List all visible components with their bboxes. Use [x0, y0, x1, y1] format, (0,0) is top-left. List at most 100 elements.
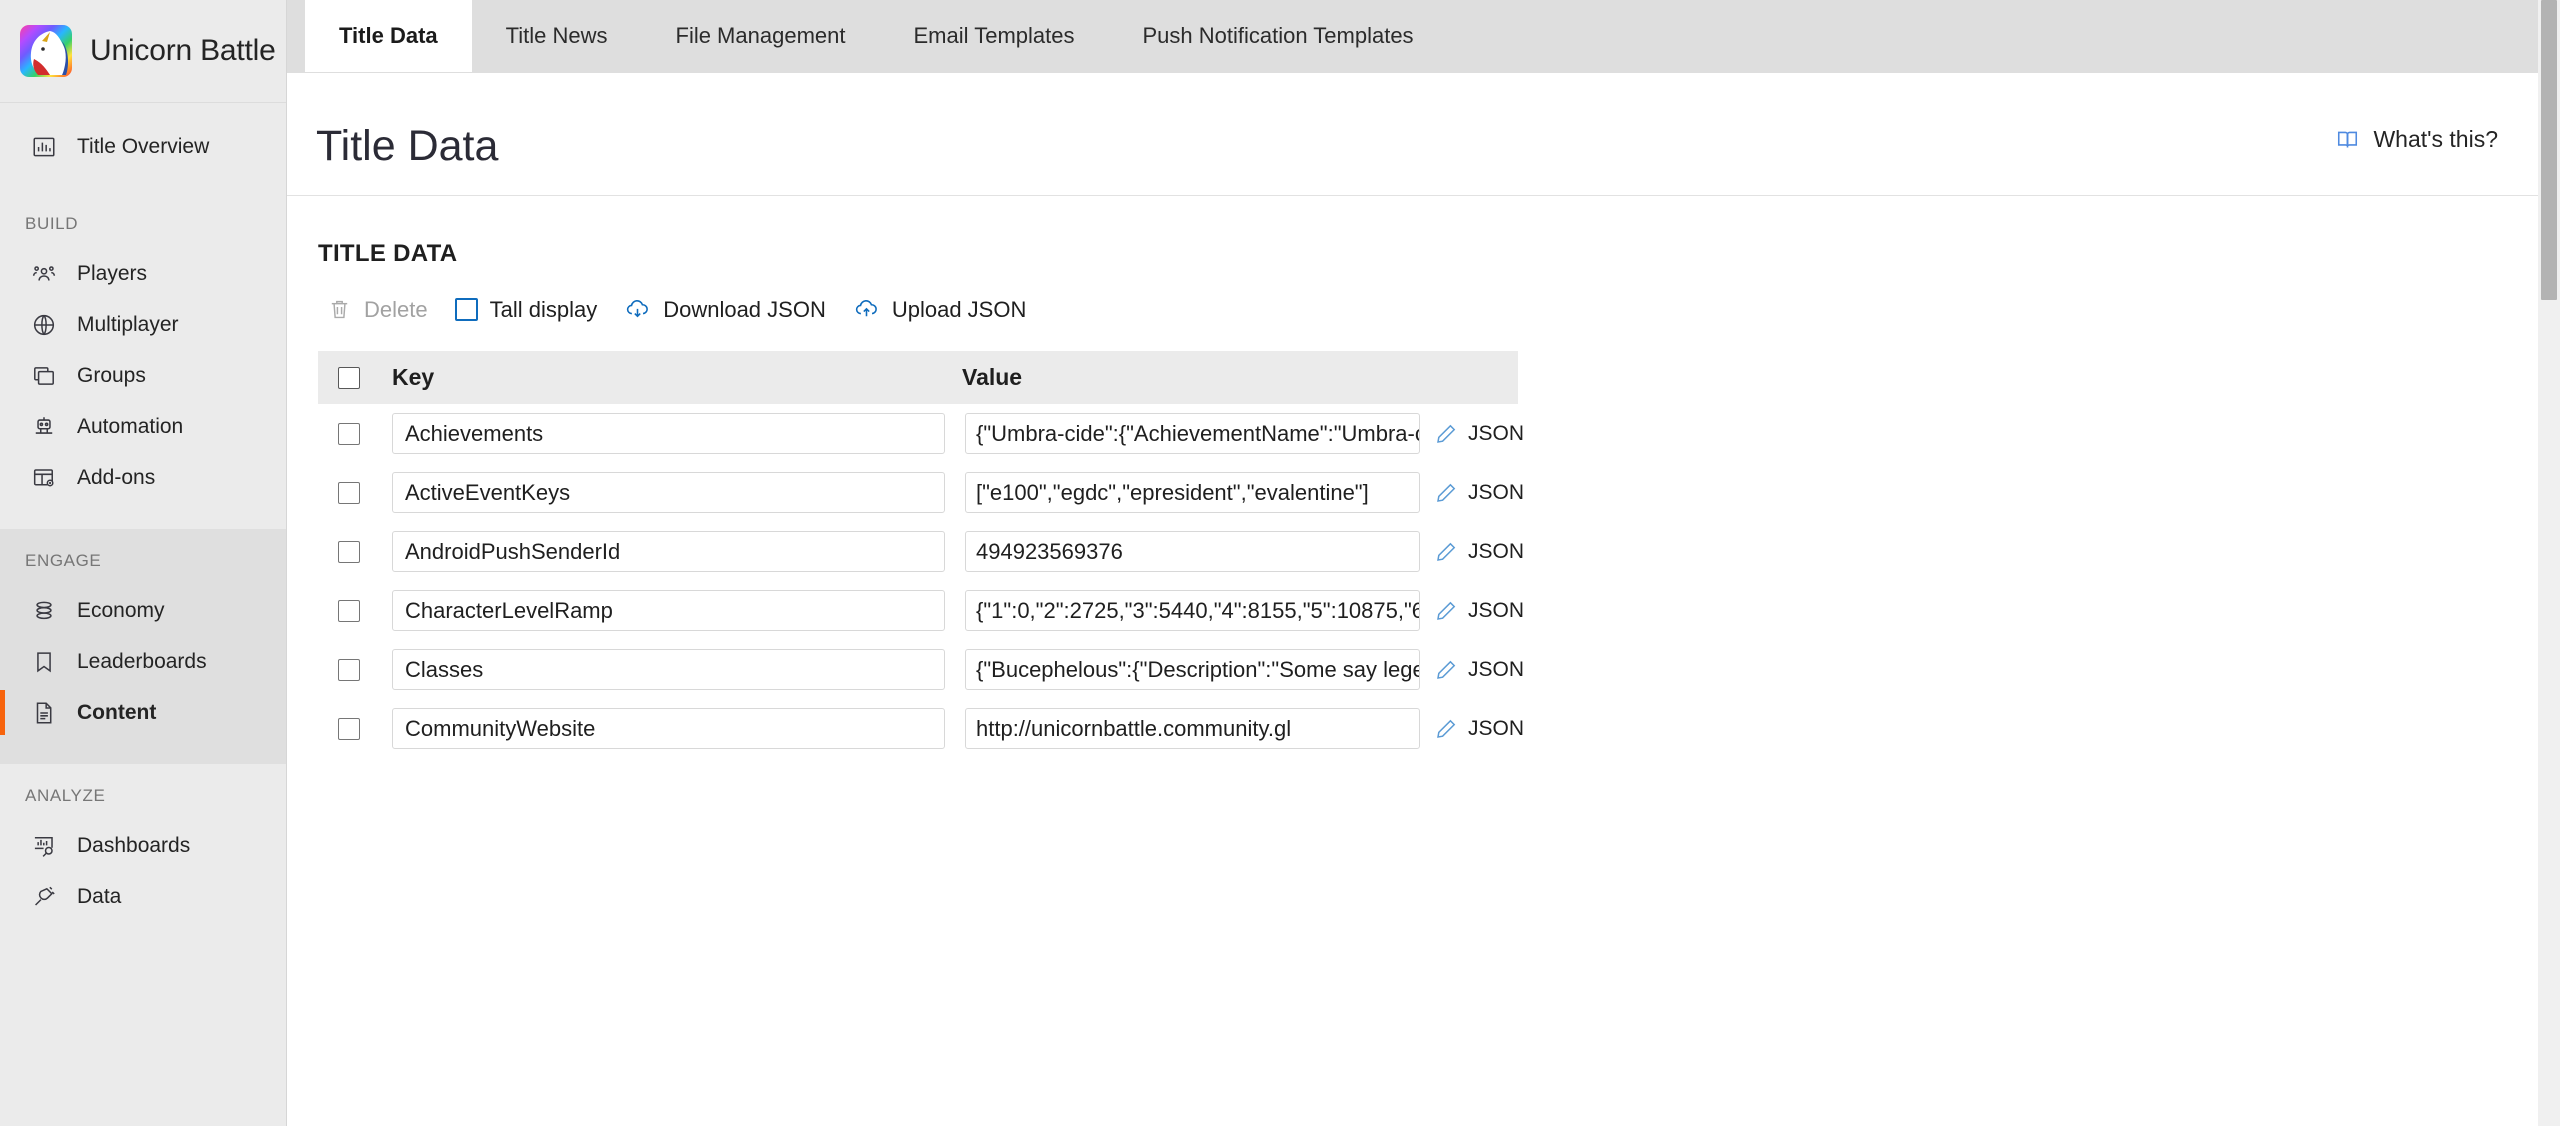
tab-push-notification-templates[interactable]: Push Notification Templates	[1108, 0, 1447, 72]
nav-group-analyze: ANALYZE Dashboards Data	[0, 764, 286, 932]
cloud-download-icon	[624, 296, 651, 323]
brand-header: Unicorn Battle	[0, 0, 286, 103]
column-header-key: Key	[392, 364, 435, 390]
vertical-scrollbar[interactable]	[2538, 0, 2560, 1126]
sidebar-item-label: Title Overview	[77, 134, 210, 158]
value-field[interactable]: {"Bucephelous":{"Description":"Some say …	[965, 649, 1420, 690]
edit-json-label: JSON	[1468, 480, 1525, 504]
nav-group-label-analyze: ANALYZE	[25, 786, 106, 805]
chart-search-icon	[30, 832, 58, 860]
sidebar-item-title-overview[interactable]: Title Overview	[0, 121, 286, 172]
edit-json-link[interactable]: JSON	[1434, 599, 1524, 623]
key-field[interactable]: CommunityWebsite	[392, 708, 945, 749]
sidebar-item-content[interactable]: Content	[0, 687, 286, 738]
sidebar-item-label: Economy	[77, 598, 165, 622]
sidebar-item-add-ons[interactable]: Add-ons	[0, 452, 286, 503]
upload-json-button[interactable]: Upload JSON	[844, 290, 1045, 329]
nav-group-build: BUILD Players Multiplayer Groups Automat…	[0, 192, 286, 529]
sidebar-item-label: Content	[77, 700, 157, 724]
pencil-icon	[1434, 599, 1458, 623]
sidebar-item-economy[interactable]: Economy	[0, 585, 286, 636]
pencil-icon	[1434, 717, 1458, 741]
row-checkbox[interactable]	[338, 658, 360, 681]
table-row: Achievements {"Umbra-cide":{"Achievement…	[318, 404, 1524, 463]
tab-title-data[interactable]: Title Data	[305, 0, 472, 72]
sidebar-item-label: Dashboards	[77, 833, 191, 857]
sidebar-item-label: Data	[77, 884, 122, 908]
edit-json-link[interactable]: JSON	[1434, 658, 1524, 682]
title-data-section: TITLE DATA Delete Tall display Download …	[287, 196, 2560, 758]
sidebar: Unicorn Battle Title Overview BUILD Play…	[0, 0, 287, 1126]
edit-json-label: JSON	[1468, 539, 1525, 563]
section-title: TITLE DATA	[318, 240, 458, 267]
delete-button[interactable]: Delete	[318, 291, 446, 329]
value-field[interactable]: http://unicornbattle.community.gl	[965, 708, 1420, 749]
value-field[interactable]: 494923569376	[965, 531, 1420, 572]
globe-icon	[30, 311, 58, 339]
sidebar-item-label: Leaderboards	[77, 649, 207, 673]
row-checkbox[interactable]	[338, 540, 360, 563]
sidebar-item-data[interactable]: Data	[0, 871, 286, 922]
sidebar-item-leaderboards[interactable]: Leaderboards	[0, 636, 286, 687]
document-icon	[30, 699, 58, 727]
key-field[interactable]: Classes	[392, 649, 945, 690]
tab-bar: Title Data Title News File Management Em…	[287, 0, 2560, 73]
value-field[interactable]: {"Umbra-cide":{"AchievementName":"Umbra-…	[965, 413, 1420, 454]
cloud-upload-icon	[853, 296, 880, 323]
edit-json-link[interactable]: JSON	[1434, 481, 1524, 505]
table-wrapper: Key Value Achievements {"Umbra-cide":{"A…	[287, 351, 2560, 758]
download-json-label: Download JSON	[663, 296, 826, 322]
scrollbar-thumb[interactable]	[2541, 0, 2557, 300]
nav-group-label-build: BUILD	[25, 214, 79, 233]
edit-json-label: JSON	[1468, 598, 1525, 622]
tab-email-templates[interactable]: Email Templates	[879, 0, 1108, 72]
tab-title-news[interactable]: Title News	[472, 0, 642, 72]
edit-json-link[interactable]: JSON	[1434, 422, 1524, 446]
key-field[interactable]: ActiveEventKeys	[392, 472, 945, 513]
sidebar-item-label: Multiplayer	[77, 312, 179, 336]
edit-json-label: JSON	[1468, 421, 1525, 445]
table-row: Classes {"Bucephelous":{"Description":"S…	[318, 640, 1524, 699]
edit-json-link[interactable]: JSON	[1434, 540, 1524, 564]
sidebar-item-multiplayer[interactable]: Multiplayer	[0, 299, 286, 350]
unicorn-logo	[20, 25, 72, 77]
key-field[interactable]: CharacterLevelRamp	[392, 590, 945, 631]
sidebar-nav: Title Overview BUILD Players Multiplayer…	[0, 103, 286, 1126]
stacked-squares-icon	[30, 362, 58, 390]
whats-this-link[interactable]: What's this?	[2335, 126, 2498, 153]
sidebar-item-label: Automation	[77, 414, 184, 438]
column-header-value: Value	[962, 364, 1023, 390]
pencil-icon	[1434, 658, 1458, 682]
row-checkbox[interactable]	[338, 717, 360, 740]
download-json-button[interactable]: Download JSON	[615, 290, 844, 329]
nav-group-top: Title Overview	[0, 103, 286, 192]
bookmark-icon	[30, 648, 58, 676]
people-icon	[30, 260, 58, 288]
row-checkbox[interactable]	[338, 422, 360, 445]
row-checkbox[interactable]	[338, 599, 360, 622]
coins-stack-icon	[30, 597, 58, 625]
upload-json-label: Upload JSON	[891, 296, 1027, 322]
tab-file-management[interactable]: File Management	[642, 0, 880, 72]
sidebar-item-label: Groups	[77, 363, 146, 387]
edit-json-link[interactable]: JSON	[1434, 717, 1524, 741]
table-row: AndroidPushSenderId 494923569376 JSON	[318, 522, 1524, 581]
main-content: Title Data Title News File Management Em…	[287, 0, 2560, 1126]
table-toolbar: Delete Tall display Download JSON Upload…	[287, 290, 2560, 329]
key-field[interactable]: AndroidPushSenderId	[392, 531, 945, 572]
row-checkbox[interactable]	[338, 481, 360, 504]
sidebar-item-automation[interactable]: Automation	[0, 401, 286, 452]
page-title: Title Data	[316, 122, 499, 170]
key-field[interactable]: Achievements	[392, 413, 945, 454]
tall-display-label: Tall display	[489, 296, 598, 322]
bar-chart-icon	[30, 133, 58, 161]
sidebar-item-players[interactable]: Players	[0, 248, 286, 299]
value-field[interactable]: ["e100","egdc","epresident","evalentine"…	[965, 472, 1420, 513]
sidebar-item-dashboards[interactable]: Dashboards	[0, 820, 286, 871]
checkbox-icon[interactable]	[454, 298, 478, 321]
whats-this-label: What's this?	[2373, 126, 2498, 152]
sidebar-item-groups[interactable]: Groups	[0, 350, 286, 401]
select-all-checkbox[interactable]	[338, 366, 360, 389]
tall-display-toggle[interactable]: Tall display	[446, 291, 616, 329]
value-field[interactable]: {"1":0,"2":2725,"3":5440,"4":8155,"5":10…	[965, 590, 1420, 631]
